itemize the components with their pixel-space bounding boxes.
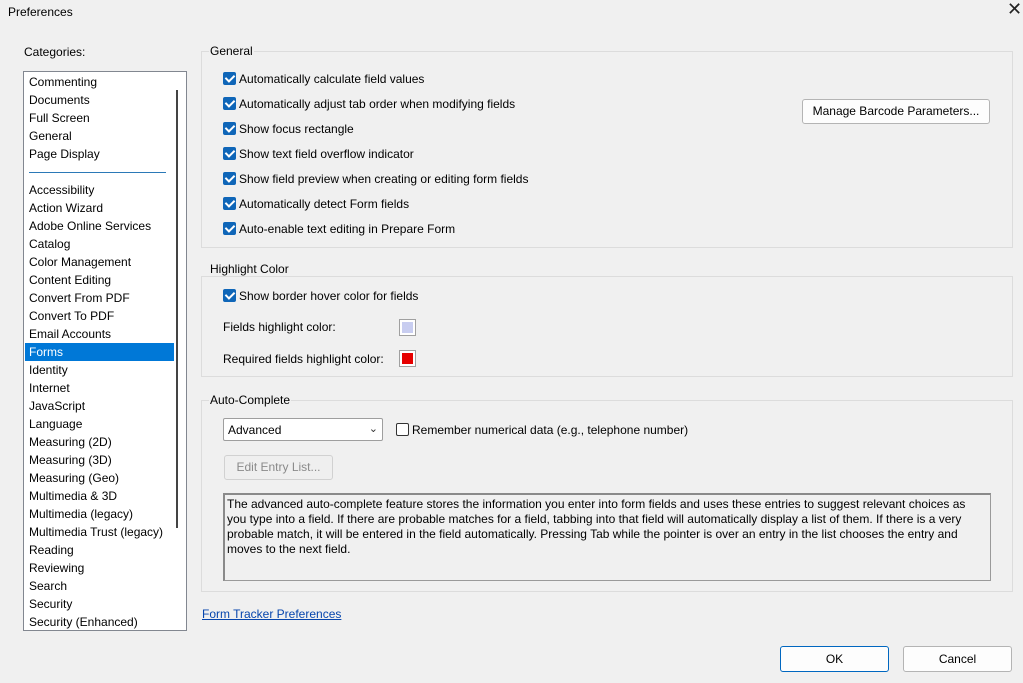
general-option-label: Show text field overflow indicator: [239, 147, 414, 161]
category-item[interactable]: Multimedia Trust (legacy): [25, 523, 174, 541]
category-item[interactable]: Multimedia & 3D: [25, 487, 174, 505]
general-option-label: Automatically detect Form fields: [239, 197, 410, 211]
general-option-row[interactable]: Automatically adjust tab order when modi…: [223, 96, 515, 112]
category-item[interactable]: Search: [25, 577, 174, 595]
categories-list[interactable]: Commenting Documents Full Screen General Pag…: [23, 71, 187, 631]
general-option-label: Automatically calculate field values: [239, 72, 425, 86]
category-item[interactable]: Color Management: [25, 253, 174, 271]
general-option-checkbox[interactable]: [223, 222, 236, 235]
category-item[interactable]: Full Screen: [25, 109, 174, 127]
category-item[interactable]: Security: [25, 595, 174, 613]
general-option-row[interactable]: Show text field overflow indicator: [223, 146, 414, 162]
category-item[interactable]: Language: [25, 415, 174, 433]
general-option-row[interactable]: Automatically detect Form fields: [223, 196, 409, 212]
general-group-title: General: [209, 44, 254, 58]
border-hover-label: Show border hover color for fields: [239, 289, 419, 303]
general-option-label: Show field preview when creating or edit…: [239, 172, 529, 186]
manage-barcode-parameters-button[interactable]: Manage Barcode Parameters...: [802, 99, 990, 124]
category-item[interactable]: Content Editing: [25, 271, 174, 289]
category-item[interactable]: Catalog: [25, 235, 174, 253]
general-option-row[interactable]: Show focus rectangle: [223, 121, 354, 137]
edit-entry-list-button[interactable]: Edit Entry List...: [224, 455, 333, 480]
general-option-label: Auto-enable text editing in Prepare Form: [239, 222, 456, 236]
general-option-checkbox[interactable]: [223, 97, 236, 110]
highlight-color-group-title: Highlight Color: [209, 262, 290, 276]
general-option-checkbox[interactable]: [223, 147, 236, 160]
category-item[interactable]: Internet: [25, 379, 174, 397]
border-hover-checkbox-row[interactable]: Show border hover color for fields: [223, 288, 418, 304]
category-item[interactable]: Action Wizard: [25, 199, 174, 217]
fields-highlight-color-button[interactable]: [399, 319, 416, 336]
categories-separator: [29, 172, 166, 173]
categories-label: Categories:: [24, 45, 86, 59]
categories-scrollbar[interactable]: [176, 90, 178, 528]
category-item[interactable]: Multimedia (legacy): [25, 505, 174, 523]
close-icon[interactable]: ✕: [1007, 0, 1022, 19]
cancel-button[interactable]: Cancel: [903, 646, 1012, 672]
fields-highlight-swatch: [402, 322, 413, 333]
category-item[interactable]: Forms: [25, 343, 174, 361]
general-option-row[interactable]: Auto-enable text editing in Prepare Form: [223, 221, 455, 237]
general-option-row[interactable]: Show field preview when creating or edit…: [223, 171, 528, 187]
category-item[interactable]: Adobe Online Services: [25, 217, 174, 235]
required-highlight-label: Required fields highlight color:: [223, 352, 384, 366]
category-item[interactable]: Convert From PDF: [25, 289, 174, 307]
auto-complete-description: The advanced auto-complete feature store…: [223, 493, 991, 581]
chevron-down-icon: ⌄: [368, 423, 378, 435]
category-item[interactable]: Commenting: [25, 73, 174, 91]
category-item[interactable]: Reviewing: [25, 559, 174, 577]
category-item[interactable]: General: [25, 127, 174, 145]
category-item[interactable]: Measuring (2D): [25, 433, 174, 451]
window-title: Preferences: [8, 5, 73, 19]
category-item[interactable]: Documents: [25, 91, 174, 109]
category-item[interactable]: Security (Enhanced): [25, 613, 174, 630]
general-option-checkbox[interactable]: [223, 197, 236, 210]
remember-numerical-label: Remember numerical data (e.g., telephone…: [412, 423, 689, 437]
required-highlight-color-button[interactable]: [399, 350, 416, 367]
fields-highlight-label: Fields highlight color:: [223, 320, 336, 334]
general-option-row[interactable]: Automatically calculate field values: [223, 71, 424, 87]
border-hover-checkbox[interactable]: [223, 289, 236, 302]
general-option-checkbox[interactable]: [223, 172, 236, 185]
category-item[interactable]: Identity: [25, 361, 174, 379]
form-tracker-preferences-link[interactable]: Form Tracker Preferences: [202, 607, 341, 621]
category-item[interactable]: Convert To PDF: [25, 307, 174, 325]
category-item[interactable]: JavaScript: [25, 397, 174, 415]
remember-numerical-row[interactable]: Remember numerical data (e.g., telephone…: [396, 422, 688, 438]
remember-numerical-checkbox[interactable]: [396, 423, 409, 436]
category-item[interactable]: Page Display: [25, 145, 174, 163]
category-item[interactable]: Measuring (Geo): [25, 469, 174, 487]
auto-complete-group-title: Auto-Complete: [209, 393, 292, 407]
general-option-label: Automatically adjust tab order when modi…: [239, 97, 516, 111]
auto-complete-mode-value: Advanced: [228, 423, 282, 437]
auto-complete-mode-select[interactable]: Advanced ⌄: [223, 418, 383, 441]
category-item[interactable]: Email Accounts: [25, 325, 174, 343]
category-item[interactable]: Reading: [25, 541, 174, 559]
ok-button[interactable]: OK: [780, 646, 889, 672]
general-option-checkbox[interactable]: [223, 122, 236, 135]
general-option-checkbox[interactable]: [223, 72, 236, 85]
required-highlight-swatch: [402, 353, 413, 364]
category-item[interactable]: Measuring (3D): [25, 451, 174, 469]
category-item[interactable]: Accessibility: [25, 181, 174, 199]
general-option-label: Show focus rectangle: [239, 122, 354, 136]
